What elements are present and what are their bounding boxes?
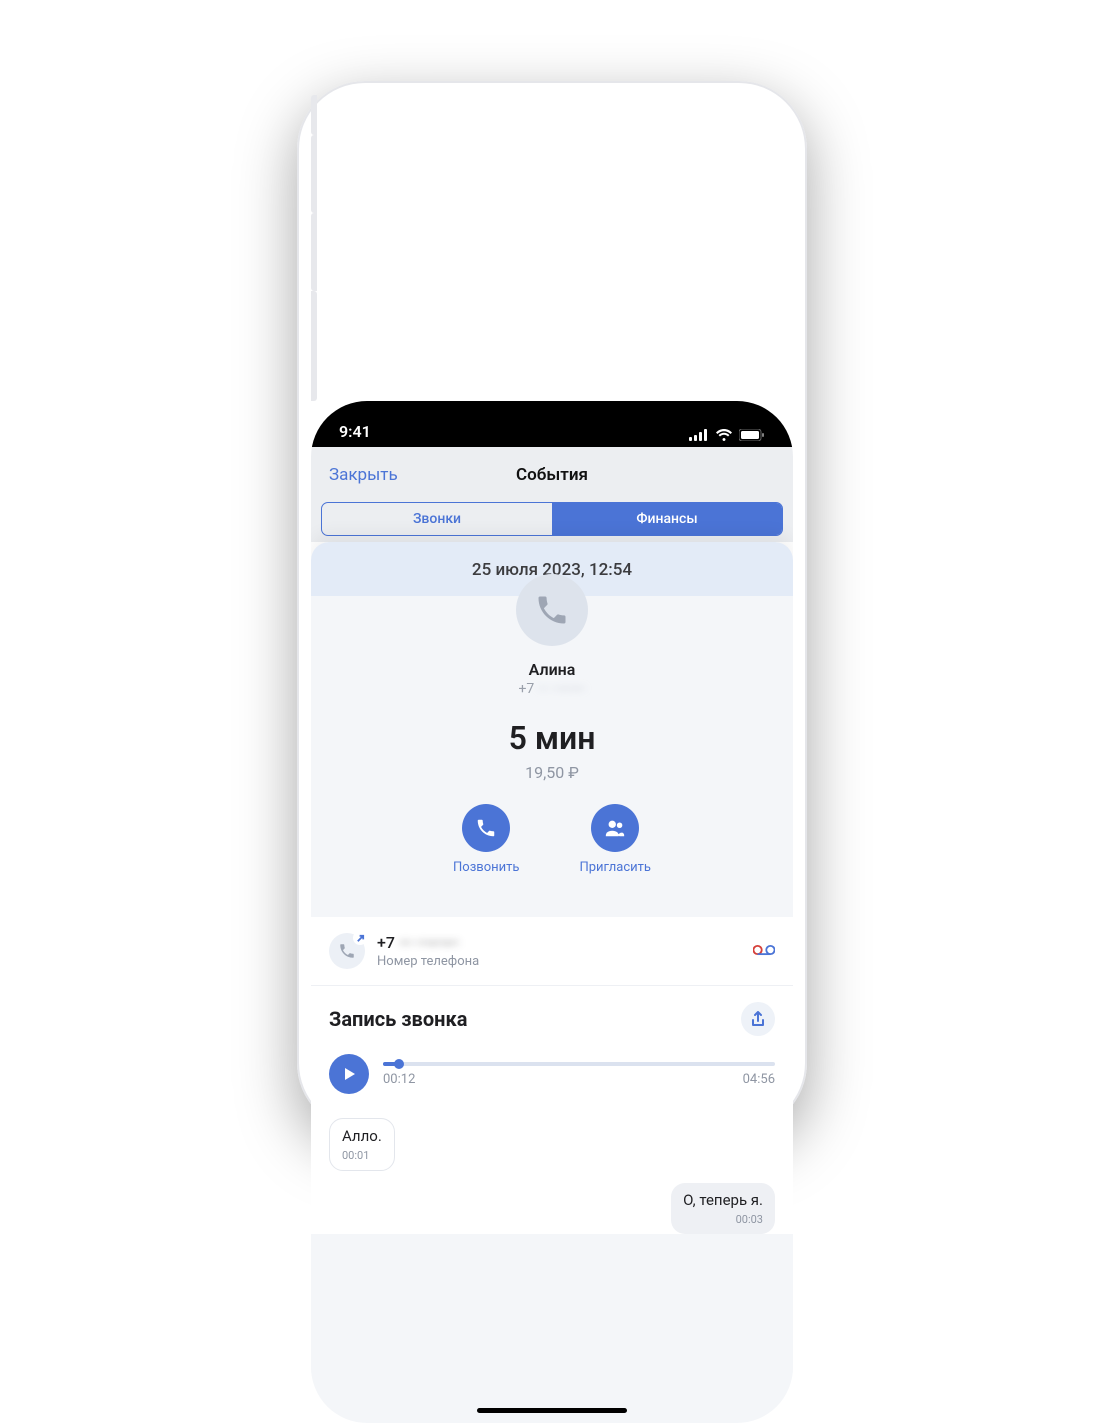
share-icon: [750, 1011, 766, 1027]
tab-finance[interactable]: Финансы: [552, 503, 782, 535]
status-time: 9:41: [339, 422, 371, 441]
status-icons: [689, 429, 765, 441]
progress-track[interactable]: [383, 1062, 775, 1066]
number-label: Номер телефона: [377, 954, 741, 969]
recording-section: Запись звонка 00:1: [311, 986, 793, 1104]
call-duration: 5 мин: [311, 719, 793, 757]
contact-name: Алина: [311, 660, 793, 679]
time-total: 04:56: [743, 1072, 775, 1087]
tabs: Звонки Финансы: [311, 502, 793, 542]
event-card: 25 июля 2023, 12:54 Алина +7 ··· ···-··-…: [311, 542, 793, 1423]
app-header: Закрыть События: [311, 447, 793, 502]
page-title: События: [516, 465, 588, 485]
recording-title: Запись звонка: [329, 1007, 467, 1031]
arrow-out-icon: [356, 934, 365, 943]
action-call-label: Позвонить: [453, 860, 519, 875]
transcript-bubble-in: Алло. 00:01: [329, 1118, 395, 1171]
transcript: Алло. 00:01 О, теперь я. 00:03: [311, 1104, 793, 1234]
phone-icon: [475, 817, 497, 839]
battery-icon: [739, 429, 765, 441]
close-button[interactable]: Закрыть: [329, 465, 398, 485]
action-invite[interactable]: Пригласить: [579, 804, 651, 875]
time-elapsed: 00:12: [383, 1072, 415, 1087]
contact-phone: +7 ··· ···-··-··: [311, 681, 793, 697]
event-summary: Алина +7 ··· ···-··-·· 5 мин 19,50 ₽ Поз…: [311, 596, 793, 903]
home-indicator[interactable]: [477, 1408, 627, 1413]
action-call[interactable]: Позвонить: [453, 804, 519, 875]
call-cost: 19,50 ₽: [311, 763, 793, 782]
number-value: +7 ··· ···-··-··: [377, 933, 741, 952]
voicemail-icon: [753, 942, 775, 961]
screen: 9:41 Закрыть События Звонки Финансы 25 и…: [311, 401, 793, 1423]
status-bar: 9:41: [311, 401, 793, 447]
play-icon: [341, 1066, 357, 1082]
phone-icon: [534, 592, 570, 628]
outgoing-call-icon: [329, 933, 365, 969]
number-row[interactable]: +7 ··· ···-··-·· Номер телефона: [311, 917, 793, 985]
action-invite-label: Пригласить: [579, 860, 651, 875]
wifi-icon: [715, 429, 733, 441]
play-button[interactable]: [329, 1054, 369, 1094]
contact-avatar[interactable]: [516, 574, 588, 646]
share-button[interactable]: [741, 1002, 775, 1036]
transcript-bubble-out: О, теперь я. 00:03: [671, 1183, 775, 1234]
users-icon: [604, 817, 626, 839]
phone-mockup: 9:41 Закрыть События Звонки Финансы 25 и…: [297, 81, 807, 1131]
tab-calls[interactable]: Звонки: [322, 503, 552, 535]
cellular-icon: [689, 429, 709, 441]
